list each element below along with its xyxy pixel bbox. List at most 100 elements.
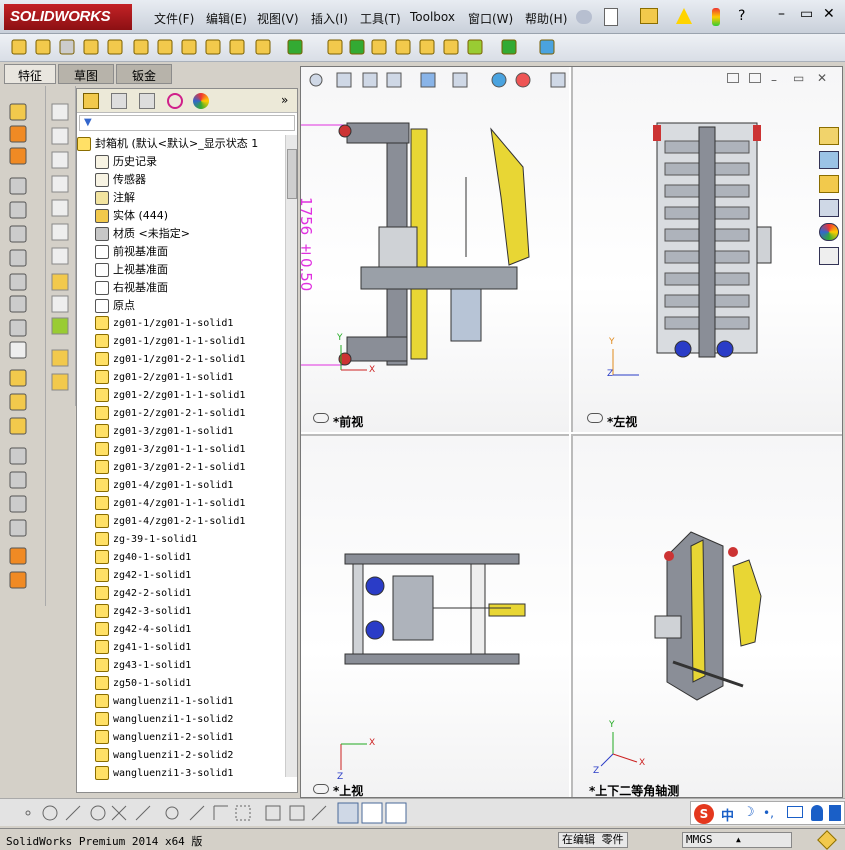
tree-part-item[interactable]: wangluenzi1-3-solid1 (95, 765, 233, 783)
warning-icon[interactable] (676, 8, 692, 24)
tab-features[interactable]: 特征 (4, 64, 56, 84)
expand-panel-icon[interactable]: » (281, 93, 288, 107)
ime-shirt-icon[interactable] (829, 805, 841, 821)
tree-part-item[interactable]: zg01-4/zg01-2-1-solid1 (95, 513, 245, 531)
tree-part-item[interactable]: zg01-3/zg01-2-1-solid1 (95, 459, 245, 477)
tree-part-item[interactable]: zg-39-1-solid1 (95, 531, 197, 549)
filter-field[interactable]: ▼ (79, 115, 295, 131)
restore-button[interactable]: ▭ (800, 6, 813, 22)
secondary-command-icons[interactable] (46, 86, 74, 406)
menu-file[interactable]: 文件(F) (152, 8, 196, 29)
menu-toolbox[interactable]: Toolbox (408, 8, 457, 26)
tree-part-item[interactable]: zg01-2/zg01-1-1-solid1 (95, 387, 245, 405)
ime-keyboard-icon[interactable] (787, 806, 803, 818)
menu-tools[interactable]: 工具(T) (358, 8, 403, 29)
tree-part-item[interactable]: zg42-4-solid1 (95, 621, 191, 639)
tree-node[interactable]: 历史记录 (95, 153, 157, 171)
ime-toolbar[interactable]: S 中 ☽ •, (690, 801, 845, 825)
minimize-button[interactable]: – (778, 6, 785, 22)
split-vertical-icon[interactable] (749, 73, 761, 83)
tree-part-item[interactable]: wangluenzi1-2-solid2 (95, 747, 233, 765)
custom-properties-icon[interactable] (819, 247, 839, 265)
tree-part-item[interactable]: wangluenzi1-1-solid2 (95, 711, 233, 729)
tree-part-item[interactable]: zg01-1/zg01-1-1-solid1 (95, 333, 245, 351)
resources-icon[interactable] (819, 151, 839, 169)
tree-part-item[interactable]: zg42-3-solid1 (95, 603, 191, 621)
open-folder-icon[interactable] (640, 8, 658, 24)
chevron-up-icon[interactable]: ▲ (736, 835, 741, 844)
tree-node[interactable]: 传感器 (95, 171, 146, 189)
heads-up-view-toolbar[interactable] (307, 69, 577, 91)
property-manager-icon[interactable] (111, 93, 127, 109)
close-button[interactable]: ✕ (823, 6, 835, 22)
viewport-isometric[interactable]: Y X Z *上下二等角轴测 (571, 434, 842, 798)
tree-part-item[interactable]: zg41-1-solid1 (95, 639, 191, 657)
ime-logo-icon[interactable]: S (694, 804, 714, 824)
tree-node[interactable]: 注解 (95, 189, 135, 207)
display-manager-icon[interactable] (193, 93, 209, 109)
dimxpert-icon[interactable] (167, 93, 183, 109)
pin-icon[interactable] (576, 10, 592, 24)
home-icon[interactable] (819, 127, 839, 145)
dimension-label[interactable]: 1756 ±0.50 (297, 197, 315, 291)
file-explorer-icon[interactable] (819, 175, 839, 193)
tree-node[interactable]: 右视基准面 (95, 279, 168, 297)
tree-part-item[interactable]: zg42-1-solid1 (95, 567, 191, 585)
tree-node[interactable]: 材质 <未指定> (95, 225, 190, 243)
ime-moon-icon[interactable]: ☽ (743, 805, 755, 820)
feature-manager-icon[interactable] (83, 93, 99, 109)
menu-insert[interactable]: 插入(I) (309, 8, 350, 29)
tree-part-item[interactable]: zg50-1-solid1 (95, 675, 191, 693)
help-icon[interactable]: ? (738, 8, 745, 24)
tab-sheetmetal[interactable]: 钣金 (116, 64, 172, 84)
view-link-icon[interactable] (313, 413, 329, 423)
tree-node[interactable]: 上视基准面 (95, 261, 168, 279)
ime-punctuation-icon[interactable]: •, (763, 806, 774, 820)
pane-minimize-icon[interactable]: – (771, 73, 777, 87)
graphics-area[interactable]: 1756 ±0.50 Y X *前视 Y Z – ▭ ✕ *左视 X Z *上视… (297, 66, 843, 798)
view-link-icon[interactable] (313, 784, 329, 794)
tree-part-item[interactable]: zg01-4/zg01-1-solid1 (95, 477, 233, 495)
tree-part-item[interactable]: zg01-2/zg01-1-solid1 (95, 369, 233, 387)
tree-part-item[interactable]: zg01-2/zg01-2-1-solid1 (95, 405, 245, 423)
rebuild-tag-icon[interactable] (817, 830, 837, 850)
menu-help[interactable]: 帮助(H) (523, 8, 569, 29)
menu-edit[interactable]: 编辑(E) (204, 8, 249, 29)
tree-part-item[interactable]: zg01-3/zg01-1-1-solid1 (95, 441, 245, 459)
new-document-icon[interactable] (604, 8, 618, 26)
sketch-tool-icons[interactable] (20, 800, 460, 826)
menu-window[interactable]: 窗口(W) (466, 8, 515, 29)
feature-toolbar-icons[interactable] (8, 35, 568, 61)
feature-command-icons[interactable] (0, 86, 44, 606)
viewport-left[interactable]: Y Z – ▭ ✕ *左视 (571, 67, 842, 432)
tree-part-item[interactable]: zg01-1/zg01-2-1-solid1 (95, 351, 245, 369)
tree-part-item[interactable]: zg01-1/zg01-1-solid1 (95, 315, 233, 333)
scrollbar-thumb[interactable] (287, 149, 297, 199)
traffic-light-icon[interactable] (712, 8, 720, 26)
menu-view[interactable]: 视图(V) (255, 8, 301, 29)
split-horizontal-icon[interactable] (727, 73, 739, 83)
tree-part-item[interactable]: zg43-1-solid1 (95, 657, 191, 675)
appearances-icon[interactable] (819, 223, 839, 241)
pane-close-icon[interactable]: ✕ (817, 71, 827, 85)
tree-node[interactable]: 前视基准面 (95, 243, 168, 261)
view-link-icon[interactable] (587, 413, 603, 423)
tree-root[interactable]: 封箱机 (默认<默认>_显示状态 1 (77, 135, 258, 153)
tree-node[interactable]: 原点 (95, 297, 135, 315)
solidworks-logo[interactable]: SOLIDWORKS (4, 4, 132, 30)
tree-part-item[interactable]: zg01-3/zg01-1-solid1 (95, 423, 233, 441)
tree-part-item[interactable]: zg40-1-solid1 (95, 549, 191, 567)
tab-sketch[interactable]: 草图 (58, 64, 114, 84)
tree-part-item[interactable]: wangluenzi1-2-solid1 (95, 729, 233, 747)
ime-language[interactable]: 中 (721, 805, 734, 824)
tree-node[interactable]: 实体 (444) (95, 207, 168, 225)
viewport-top[interactable]: X Z *上视 (301, 434, 569, 798)
viewport-front[interactable]: 1756 ±0.50 Y X *前视 (297, 67, 569, 432)
tree-part-item[interactable]: wangluenzi1-1-solid1 (95, 693, 233, 711)
tree-part-item[interactable]: zg01-4/zg01-1-1-solid1 (95, 495, 245, 513)
tree-scrollbar[interactable] (285, 135, 297, 777)
configuration-manager-icon[interactable] (139, 93, 155, 109)
tree-part-item[interactable]: zg42-2-solid1 (95, 585, 191, 603)
ime-user-icon[interactable] (811, 805, 823, 821)
pane-restore-icon[interactable]: ▭ (793, 71, 804, 85)
